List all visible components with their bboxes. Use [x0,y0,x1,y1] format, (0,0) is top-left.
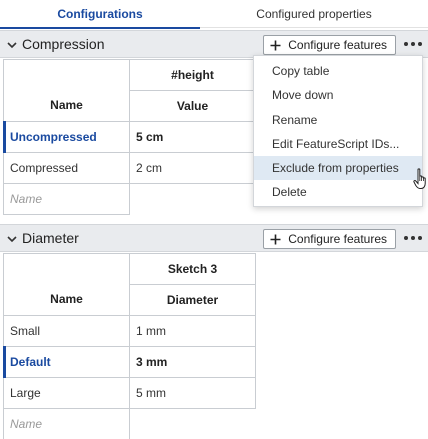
menu-item-delete[interactable]: Delete [254,180,422,204]
tab-configurations[interactable]: Configurations [0,0,200,29]
table-row[interactable]: Compressed 2 cm [3,152,256,184]
column-header-value: Value [129,90,256,122]
table-row[interactable]: Small 1 mm [3,315,256,347]
chevron-down-icon[interactable] [6,233,18,245]
new-row[interactable]: Name [3,183,256,215]
configure-features-button[interactable]: Configure features [263,35,396,55]
menu-item-move-down[interactable]: Move down [254,83,422,107]
table-row[interactable]: Uncompressed 5 cm [3,121,256,154]
plus-icon [270,40,281,51]
chevron-down-icon[interactable] [6,39,18,51]
config-name-cell[interactable]: Large [3,377,130,409]
config-value-cell[interactable]: 2 cm [129,152,256,184]
menu-item-edit-featurescript-ids[interactable]: Edit FeatureScript IDs... [254,132,422,156]
new-row[interactable]: Name [3,408,256,439]
tab-configured-properties[interactable]: Configured properties [200,0,428,28]
menu-item-copy-table[interactable]: Copy table [254,59,422,83]
new-config-name-input[interactable]: Name [3,408,130,439]
section-header-diameter: Diameter Configure features [0,224,428,252]
config-name-cell[interactable]: Default [3,346,130,379]
section-header-compression: Compression Configure features [0,30,428,58]
column-group-header: Sketch 3 [129,253,256,285]
config-name-cell[interactable]: Uncompressed [3,121,130,154]
menu-item-exclude-from-properties[interactable]: Exclude from properties [254,156,422,181]
column-header-name: Name [3,253,130,316]
more-icon[interactable] [404,40,422,48]
configuration-table-compression: Name #height Value Uncompressed 5 cm Com… [3,59,256,215]
menu-item-rename[interactable]: Rename [254,108,422,132]
new-config-name-input[interactable]: Name [3,183,130,215]
column-header-name: Name [3,59,130,122]
configure-features-label: Configure features [288,38,387,52]
table-row[interactable]: Default 3 mm [3,346,256,379]
table-row[interactable]: Large 5 mm [3,377,256,409]
config-value-cell[interactable]: 3 mm [129,346,256,378]
configuration-table-diameter: Name Sketch 3 Diameter Small 1 mm Defaul… [3,253,256,439]
configure-features-label: Configure features [288,232,387,246]
tab-bar: Configurations Configured properties [0,0,428,29]
configure-features-button[interactable]: Configure features [263,229,396,249]
config-value-cell[interactable]: 1 mm [129,315,256,347]
plus-icon [270,234,281,245]
section-title: Compression [22,36,105,52]
config-value-cell[interactable]: 5 mm [129,377,256,409]
config-name-cell[interactable]: Small [3,315,130,347]
column-group-header: #height [129,59,256,91]
column-header-value: Diameter [129,284,256,316]
section-title: Diameter [22,230,79,246]
more-icon[interactable] [404,234,422,242]
config-value-cell[interactable]: 5 cm [129,121,256,153]
hand-cursor-icon [413,168,426,189]
context-menu: Copy table Move down Rename Edit Feature… [253,55,423,207]
config-name-cell[interactable]: Compressed [3,152,130,184]
